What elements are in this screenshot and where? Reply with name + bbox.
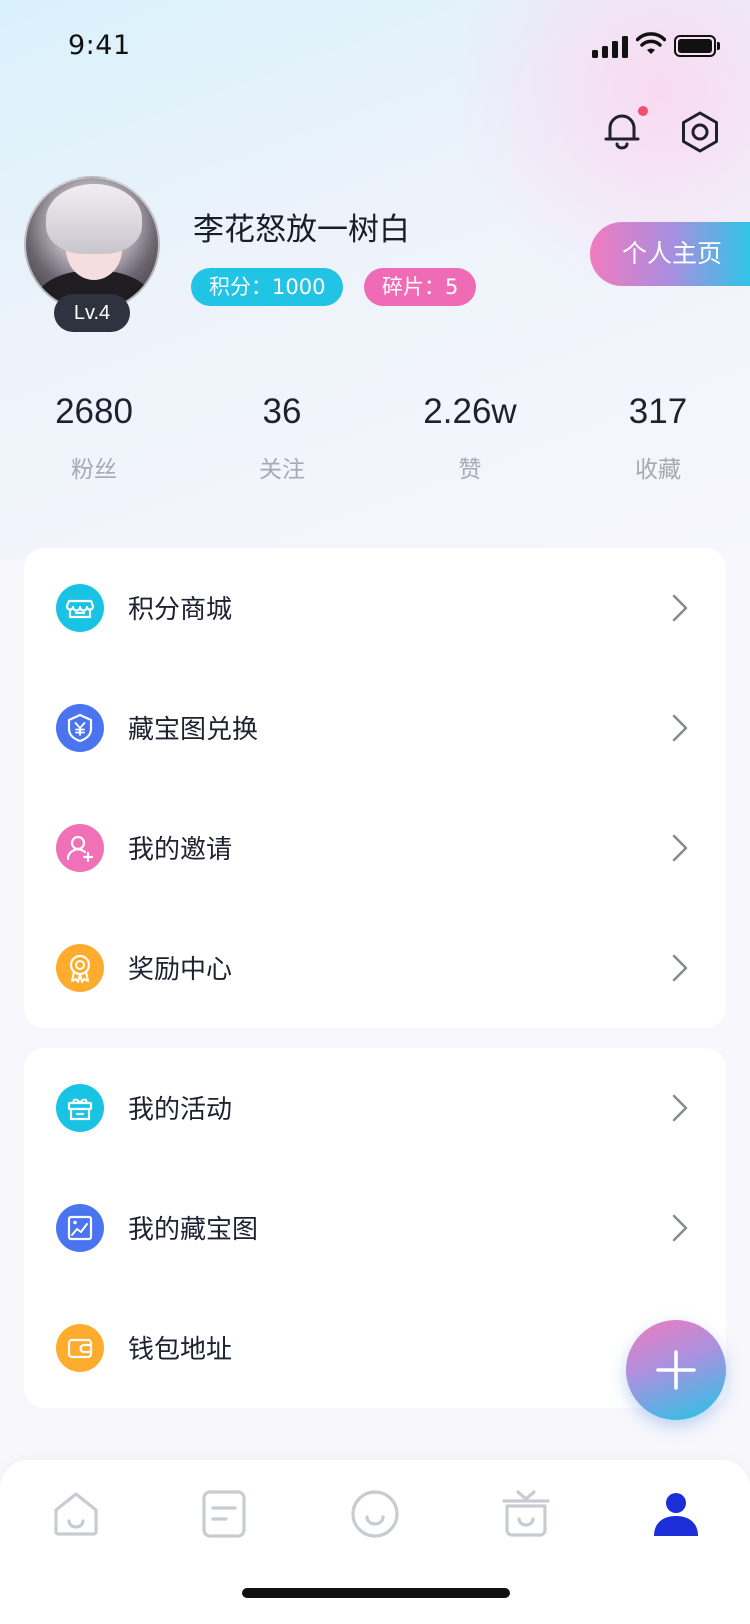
home-tab-icon	[54, 1492, 98, 1536]
menu-item-treasure-exchange[interactable]: 藏宝图兑换	[24, 668, 726, 788]
tab-home[interactable]	[48, 1486, 104, 1542]
gift-icon	[56, 1084, 104, 1132]
profile-tab-icon	[654, 1493, 698, 1536]
stat-label: 收藏	[635, 457, 681, 483]
stat-label: 赞	[458, 457, 482, 483]
menu-item-label: 积分商城	[128, 595, 233, 625]
stat-label: 关注	[259, 457, 305, 483]
stat-label: 粉丝	[71, 457, 117, 483]
notification-dot	[638, 106, 648, 116]
status-bar: 9:41	[0, 0, 750, 92]
stat-favorites[interactable]: 317 收藏	[564, 392, 750, 484]
stat-following[interactable]: 36 关注	[188, 392, 376, 484]
menu-item-label: 藏宝图兑换	[128, 715, 259, 745]
bell-icon[interactable]	[600, 108, 644, 152]
battery-icon	[674, 35, 720, 57]
smile-tab-icon	[351, 1490, 399, 1538]
menu-item-label: 我的藏宝图	[128, 1215, 259, 1245]
menu-item-reward-center[interactable]: 奖励中心	[24, 908, 726, 1028]
plus-icon	[656, 1350, 696, 1390]
menu-item-label: 奖励中心	[128, 955, 233, 985]
points-chip: 积分：1000	[191, 268, 344, 306]
chevron-right-icon	[672, 1214, 688, 1242]
menu-card-primary: 积分商城 藏宝图兑换 我的邀请 奖励中心	[24, 548, 726, 1028]
menu-item-wallet-address[interactable]: 钱包地址	[24, 1288, 726, 1408]
menu-card-secondary: 我的活动 我的藏宝图 钱包地址	[24, 1048, 726, 1408]
menu-item-my-invites[interactable]: 我的邀请	[24, 788, 726, 908]
avatar[interactable]	[24, 176, 160, 312]
tab-tv[interactable]	[498, 1486, 554, 1542]
notes-tab-icon	[202, 1490, 246, 1538]
menu-item-points-mall[interactable]: 积分商城	[24, 548, 726, 668]
username: 李花怒放一树白	[193, 212, 410, 248]
tab-notes[interactable]	[196, 1486, 252, 1542]
wifi-icon	[636, 32, 666, 54]
level-badge: Lv.4	[54, 294, 130, 332]
stat-value: 317	[628, 392, 688, 431]
tab-bar	[0, 1460, 750, 1624]
store-icon	[56, 584, 104, 632]
stat-fans[interactable]: 2680 粉丝	[0, 392, 188, 484]
home-indicator	[242, 1588, 510, 1598]
stat-value: 2680	[55, 392, 133, 431]
picture-icon	[56, 1204, 104, 1252]
tv-tab-icon	[502, 1490, 550, 1537]
settings-icon[interactable]	[678, 110, 722, 154]
menu-item-label: 我的活动	[128, 1095, 233, 1125]
user-add-icon	[56, 824, 104, 872]
chevron-right-icon	[672, 714, 688, 742]
wallet-icon	[56, 1324, 104, 1372]
signal-icon	[592, 36, 628, 58]
tab-smile[interactable]	[347, 1486, 403, 1542]
status-time: 9:41	[68, 30, 131, 61]
shards-chip: 碎片：5	[364, 268, 477, 306]
menu-item-my-activities[interactable]: 我的活动	[24, 1048, 726, 1168]
tab-profile[interactable]	[648, 1486, 704, 1542]
menu-item-my-treasure-maps[interactable]: 我的藏宝图	[24, 1168, 726, 1288]
add-button[interactable]	[626, 1320, 726, 1420]
chevron-right-icon	[672, 594, 688, 622]
stat-value: 36	[262, 392, 302, 431]
personal-homepage-button[interactable]: 个人主页	[590, 222, 750, 286]
award-icon	[56, 944, 104, 992]
yuan-shield-icon	[56, 704, 104, 752]
menu-item-label: 钱包地址	[128, 1335, 233, 1365]
stat-likes[interactable]: 2.26w 赞	[376, 392, 564, 484]
chevron-right-icon	[672, 834, 688, 862]
menu-item-label: 我的邀请	[128, 835, 233, 865]
stat-value: 2.26w	[423, 392, 517, 431]
chevron-right-icon	[672, 1094, 688, 1122]
chevron-right-icon	[672, 954, 688, 982]
